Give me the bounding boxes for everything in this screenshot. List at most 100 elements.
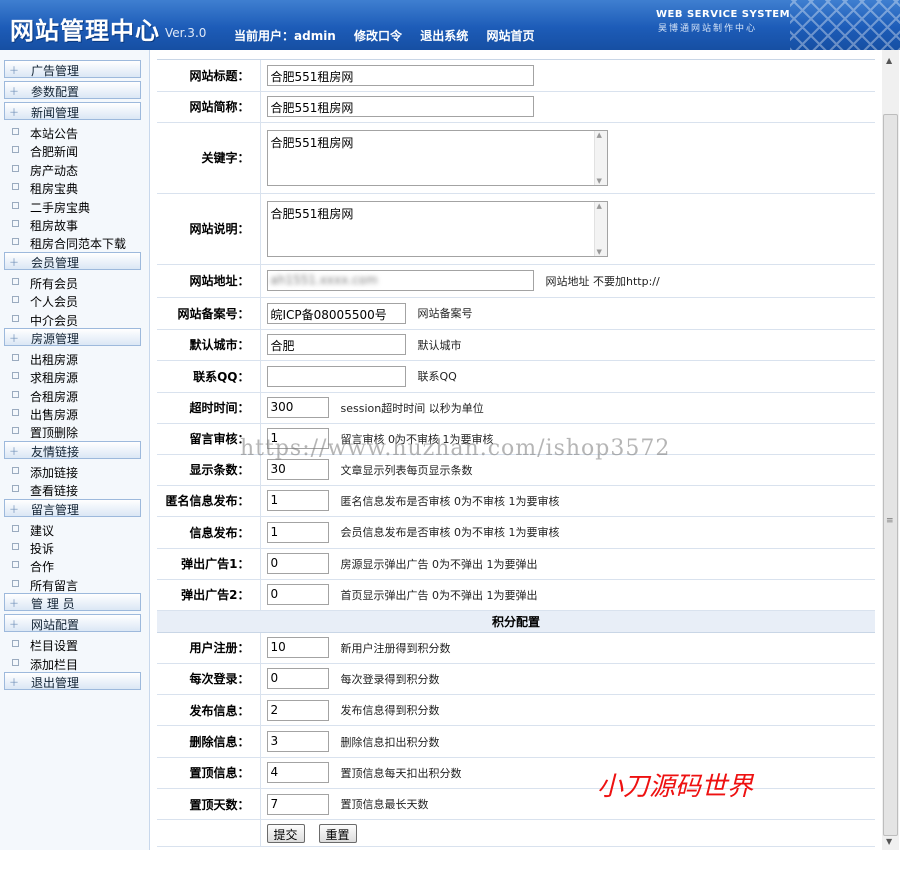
points-section-header: 积分配置 <box>157 610 875 633</box>
scroll-down-arrow-icon[interactable]: ▼ <box>886 837 892 846</box>
sidebar-item[interactable]: 置顶删除 <box>10 422 149 440</box>
sidebar-item-label: 合租房源 <box>30 389 79 404</box>
sidebar-item-label: 栏目设置 <box>30 639 79 654</box>
sidebar-item[interactable]: 所有留言 <box>10 575 149 593</box>
field-label: 默认城市： <box>157 329 261 361</box>
sidebar-item-label: 房产动态 <box>30 163 79 178</box>
field-label: 网站标题： <box>157 60 261 92</box>
tree-node-icon <box>12 466 19 474</box>
textarea-field[interactable]: 合肥551租房网 <box>266 129 608 186</box>
sidebar-item-label: 出售房源 <box>30 408 79 423</box>
text-input[interactable]: 7 <box>266 793 329 815</box>
sidebar-item[interactable]: 合肥新闻 <box>10 141 149 159</box>
text-input[interactable] <box>266 365 406 387</box>
sidebar-section[interactable]: ＋ 参数配置 <box>4 81 141 99</box>
sidebar-item[interactable]: 合作 <box>10 556 149 574</box>
text-input[interactable]: 4 <box>266 762 329 784</box>
tree-node-icon <box>12 372 19 380</box>
text-input[interactable]: 1 <box>266 428 329 449</box>
text-input[interactable]: 0 <box>266 584 329 605</box>
sidebar-item-label: 添加链接 <box>30 465 79 480</box>
sidebar-item[interactable]: 建议 <box>10 520 149 538</box>
sidebar: ＋ 广告管理 ＋ 参数配置 ＋ 新闻管理本站公告 合肥新闻房产动态 租房宝典 二手房宝典 租房故事… <box>0 50 150 850</box>
sidebar-item-label: 添加栏目 <box>30 657 79 672</box>
sidebar-section-label: 网站配置 <box>31 618 80 633</box>
sidebar-section[interactable]: ＋ 新闻管理 <box>4 102 141 120</box>
sidebar-section-label: 退出管理 <box>31 675 80 690</box>
field-hint: 网站备案号 <box>417 307 473 320</box>
sidebar-item[interactable]: 租房宝典 <box>10 178 149 196</box>
sidebar-item[interactable]: 所有会员 <box>10 273 149 291</box>
site-home-link[interactable]: 网站首页 <box>486 29 534 43</box>
field-hint: 删除信息扣出积分数 <box>340 735 440 749</box>
field-label: 弹出广告1： <box>157 548 261 580</box>
text-input[interactable]: 3 <box>266 731 329 753</box>
field-hint: 网站地址 不要加http:// <box>545 274 660 288</box>
scroll-thumb[interactable] <box>883 114 898 836</box>
sidebar-item-label: 投诉 <box>30 542 55 557</box>
text-input[interactable]: 0 <box>266 553 329 574</box>
field-label: 用户注册： <box>157 632 261 664</box>
plus-icon: ＋ <box>9 108 19 119</box>
sidebar-item[interactable]: 合租房源 <box>10 386 149 404</box>
text-input[interactable]: 30 <box>266 459 329 480</box>
submit-button[interactable]: 提交 <box>266 823 305 843</box>
sidebar-section[interactable]: ＋ 房源管理 <box>4 327 141 346</box>
text-input[interactable]: 合肥 <box>266 334 406 355</box>
tree-node-icon <box>12 353 19 361</box>
field-cell: ah1551.xxxx.com 网站地址 不要加http:// <box>260 264 875 298</box>
sidebar-item[interactable]: 租房故事 <box>10 215 149 233</box>
settings-form: 网站标题：合肥551租房网网站简称：合肥551租房网关键字：合肥551租房网网站… <box>157 60 875 848</box>
field-hint: 发布信息得到积分数 <box>340 704 440 718</box>
scroll-up-arrow-icon[interactable]: ▲ <box>886 56 892 65</box>
text-input[interactable]: 1 <box>266 521 329 543</box>
sidebar-item[interactable]: 房产动态 <box>10 160 149 178</box>
sidebar-item[interactable]: 添加链接 <box>10 462 149 480</box>
field-cell: 合肥551租房网 <box>260 60 875 92</box>
sidebar-item[interactable]: 查看链接 <box>10 480 149 498</box>
text-input[interactable]: 皖ICP备08005500号 <box>266 302 406 324</box>
sidebar-item[interactable]: 求租房源 <box>10 367 149 385</box>
sidebar-section[interactable]: ＋ 友情链接 <box>4 440 141 459</box>
change-password-link[interactable]: 修改口令 <box>354 29 402 43</box>
textarea-field[interactable]: 合肥551租房网 <box>266 200 608 257</box>
sidebar-section[interactable]: ＋ 会员管理 <box>4 251 141 270</box>
empty-label <box>157 819 261 848</box>
field-cell: 合肥 默认城市 <box>260 329 875 361</box>
form-row: 网站备案号： 皖ICP备08005500号 网站备案号 <box>157 297 875 330</box>
sidebar-section[interactable]: ＋ 广告管理 <box>4 60 141 78</box>
sidebar-item[interactable]: 本站公告 <box>10 123 149 141</box>
vertical-scrollbar[interactable]: ▲ ≡ ▼ <box>882 50 899 850</box>
text-input[interactable]: ah1551.xxxx.com <box>266 270 534 291</box>
text-input[interactable]: 1 <box>266 490 329 511</box>
text-input[interactable]: 合肥551租房网 <box>266 96 534 117</box>
sidebar-item[interactable]: 中介会员 <box>10 310 149 328</box>
sidebar-item[interactable]: 租房合同范本下载 <box>10 233 149 251</box>
reset-button[interactable]: 重置 <box>318 823 357 843</box>
sidebar-section[interactable]: ＋ 留言管理 <box>4 498 141 517</box>
sidebar-item[interactable]: 添加栏目 <box>10 654 149 672</box>
tree-node-icon <box>12 658 19 666</box>
text-input[interactable]: 0 <box>266 668 329 690</box>
sidebar-item[interactable]: 出租房源 <box>10 349 149 367</box>
sidebar-item[interactable]: 栏目设置 <box>10 635 149 653</box>
sidebar-section[interactable]: ＋ 网站配置 <box>4 614 141 633</box>
sidebar-item[interactable]: 投诉 <box>10 538 149 556</box>
textarea-scrollbar[interactable] <box>593 201 607 256</box>
sidebar-section[interactable]: ＋ 管 理 员 <box>4 593 141 612</box>
sidebar-item[interactable]: 出售房源 <box>10 404 149 422</box>
textarea-scrollbar[interactable] <box>593 130 607 185</box>
form-row: 弹出广告2： 0 首页显示弹出广告 0为不弹出 1为要弹出 <box>157 579 875 611</box>
logout-link[interactable]: 退出系统 <box>420 29 468 43</box>
field-hint: 置顶信息每天扣出积分数 <box>340 766 462 780</box>
text-input[interactable]: 300 <box>266 397 329 418</box>
text-input[interactable]: 10 <box>266 637 329 659</box>
text-input[interactable]: 2 <box>266 699 329 721</box>
sidebar-item[interactable]: 二手房宝典 <box>10 197 149 215</box>
field-label: 网站说明： <box>157 193 261 265</box>
sidebar-item[interactable]: 个人会员 <box>10 291 149 309</box>
field-label: 网站地址： <box>157 264 261 298</box>
text-input[interactable]: 合肥551租房网 <box>266 64 534 86</box>
sidebar-section[interactable]: ＋ 退出管理 <box>4 671 141 690</box>
field-label: 留言审核： <box>157 423 261 455</box>
